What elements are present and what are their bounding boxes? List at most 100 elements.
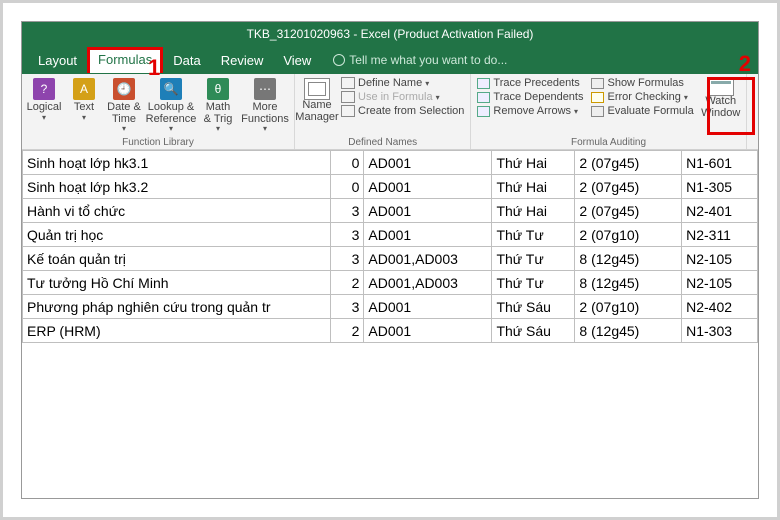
cell[interactable]: ERP (HRM) <box>23 319 331 343</box>
cell[interactable]: AD001 <box>364 295 492 319</box>
cell[interactable]: 2 (07g45) <box>575 199 682 223</box>
table-row[interactable]: Tư tưởng Hồ Chí Minh2AD001,AD003Thứ Tư8 … <box>23 271 758 295</box>
cell[interactable]: Sinh hoạt lớp hk3.2 <box>23 175 331 199</box>
cell[interactable]: 2 <box>331 319 364 343</box>
cell[interactable]: 3 <box>331 199 364 223</box>
cell[interactable]: 0 <box>331 175 364 199</box>
table-row[interactable]: ERP (HRM)2AD001Thứ Sáu8 (12g45)N1-303 <box>23 319 758 343</box>
cell[interactable]: AD001 <box>364 199 492 223</box>
remove-arrows-label: Remove Arrows <box>493 105 571 117</box>
cell[interactable]: AD001,AD003 <box>364 271 492 295</box>
table-row[interactable]: Kế toán quản trị3AD001,AD003Thứ Tư8 (12g… <box>23 247 758 271</box>
cell[interactable]: Thứ Sáu <box>492 295 575 319</box>
cell[interactable]: Hành vi tổ chức <box>23 199 331 223</box>
remove-arrows-button[interactable]: Remove Arrows ▾ <box>473 104 587 118</box>
cell[interactable]: N2-105 <box>682 271 758 295</box>
date-time-button[interactable]: 🕘 Date & Time ▾ <box>104 76 144 135</box>
create-from-selection-button[interactable]: Create from Selection <box>337 104 468 118</box>
cell[interactable]: N1-305 <box>682 175 758 199</box>
cell[interactable]: Thứ Tư <box>492 223 575 247</box>
chevron-down-icon: ▾ <box>684 93 688 102</box>
cell[interactable]: Thứ Hai <box>492 175 575 199</box>
annotation-2: 2 <box>739 51 751 77</box>
table-row[interactable]: Quản trị học3AD001Thứ Tư2 (07g10)N2-311 <box>23 223 758 247</box>
cell[interactable]: 2 (07g10) <box>575 223 682 247</box>
chevron-down-icon: ▾ <box>216 125 220 133</box>
cell[interactable]: N2-401 <box>682 199 758 223</box>
cell[interactable]: Thứ Tư <box>492 271 575 295</box>
show-formulas-button[interactable]: Show Formulas <box>587 76 697 90</box>
cell[interactable]: 2 (07g45) <box>575 175 682 199</box>
cell[interactable]: AD001,AD003 <box>364 247 492 271</box>
group-label-auditing: Formula Auditing <box>473 137 743 149</box>
watch-window-button[interactable]: Watch Window <box>698 76 744 121</box>
text-button[interactable]: A Text ▾ <box>64 76 104 124</box>
cell[interactable]: AD001 <box>364 223 492 247</box>
cell[interactable]: 2 <box>331 271 364 295</box>
table-row[interactable]: Sinh hoạt lớp hk3.10AD001Thứ Hai2 (07g45… <box>23 151 758 175</box>
cell[interactable]: Thứ Hai <box>492 199 575 223</box>
tab-data[interactable]: Data <box>163 48 210 73</box>
tell-me-placeholder: Tell me what you want to do... <box>349 53 507 67</box>
more-functions-button[interactable]: ⋯ More Functions ▾ <box>238 76 292 135</box>
cell[interactable]: 0 <box>331 151 364 175</box>
cell[interactable]: N2-402 <box>682 295 758 319</box>
cell[interactable]: Quản trị học <box>23 223 331 247</box>
cell[interactable]: Thứ Sáu <box>492 319 575 343</box>
chevron-down-icon: ▾ <box>574 107 578 116</box>
cell[interactable]: 8 (12g45) <box>575 271 682 295</box>
cell[interactable]: AD001 <box>364 175 492 199</box>
table-row[interactable]: Sinh hoạt lớp hk3.20AD001Thứ Hai2 (07g45… <box>23 175 758 199</box>
chevron-down-icon: ▾ <box>263 125 267 133</box>
error-checking-button[interactable]: Error Checking ▾ <box>587 90 697 104</box>
cell[interactable]: Thứ Hai <box>492 151 575 175</box>
cell[interactable]: N2-105 <box>682 247 758 271</box>
name-manager-button[interactable]: Name Manager <box>297 76 337 125</box>
tab-review[interactable]: Review <box>211 48 274 73</box>
math-button[interactable]: θ Math & Trig ▾ <box>198 76 238 135</box>
use-in-formula-label: Use in Formula <box>358 91 433 103</box>
cell[interactable]: Sinh hoạt lớp hk3.1 <box>23 151 331 175</box>
trace-dependents-button[interactable]: Trace Dependents <box>473 90 587 104</box>
cell[interactable]: 3 <box>331 247 364 271</box>
use-in-formula-button[interactable]: Use in Formula ▾ <box>337 90 468 104</box>
cell[interactable]: 8 (12g45) <box>575 319 682 343</box>
cell[interactable]: N1-601 <box>682 151 758 175</box>
evaluate-formula-button[interactable]: Evaluate Formula <box>587 104 697 118</box>
trace-precedents-button[interactable]: Trace Precedents <box>473 76 587 90</box>
cell[interactable]: 8 (12g45) <box>575 247 682 271</box>
cell[interactable]: N1-303 <box>682 319 758 343</box>
cell[interactable]: AD001 <box>364 151 492 175</box>
tab-view[interactable]: View <box>273 48 321 73</box>
tab-layout[interactable]: Layout <box>28 48 87 73</box>
cell[interactable]: 2 (07g45) <box>575 151 682 175</box>
more-icon: ⋯ <box>254 78 276 100</box>
cell[interactable]: Phương pháp nghiên cứu trong quản tr <box>23 295 331 319</box>
remove-arrows-icon <box>477 106 490 117</box>
annotation-1: 1 <box>148 55 160 81</box>
cell[interactable]: Thứ Tư <box>492 247 575 271</box>
dependents-icon <box>477 92 490 103</box>
cell[interactable]: Kế toán quản trị <box>23 247 331 271</box>
group-function-library: ? Logical ▾ A Text ▾ 🕘 Date & Time ▾ 🔍 L… <box>22 74 295 149</box>
cell[interactable]: Tư tưởng Hồ Chí Minh <box>23 271 331 295</box>
error-check-label: Error Checking <box>607 91 680 103</box>
cell[interactable]: 3 <box>331 295 364 319</box>
create-from-selection-label: Create from Selection <box>358 105 464 117</box>
chevron-down-icon: ▾ <box>82 114 86 122</box>
cell[interactable]: AD001 <box>364 319 492 343</box>
spreadsheet-grid[interactable]: Sinh hoạt lớp hk3.10AD001Thứ Hai2 (07g45… <box>22 150 758 343</box>
tag-icon <box>341 77 355 89</box>
table-row[interactable]: Hành vi tổ chức3AD001Thứ Hai2 (07g45)N2-… <box>23 199 758 223</box>
lookup-button[interactable]: 🔍 Lookup & Reference ▾ <box>144 76 198 135</box>
cell[interactable]: N2-311 <box>682 223 758 247</box>
cell[interactable]: 3 <box>331 223 364 247</box>
watch-window-label: Watch Window <box>701 96 741 119</box>
tell-me-search[interactable]: Tell me what you want to do... <box>333 53 507 67</box>
cell[interactable]: 2 (07g10) <box>575 295 682 319</box>
logical-button[interactable]: ? Logical ▾ <box>24 76 64 124</box>
group-defined-names: Name Manager Define Name ▾ Use in Formul… <box>295 74 471 149</box>
define-name-button[interactable]: Define Name ▾ <box>337 76 468 90</box>
text-label: Text <box>74 102 94 114</box>
table-row[interactable]: Phương pháp nghiên cứu trong quản tr3AD0… <box>23 295 758 319</box>
